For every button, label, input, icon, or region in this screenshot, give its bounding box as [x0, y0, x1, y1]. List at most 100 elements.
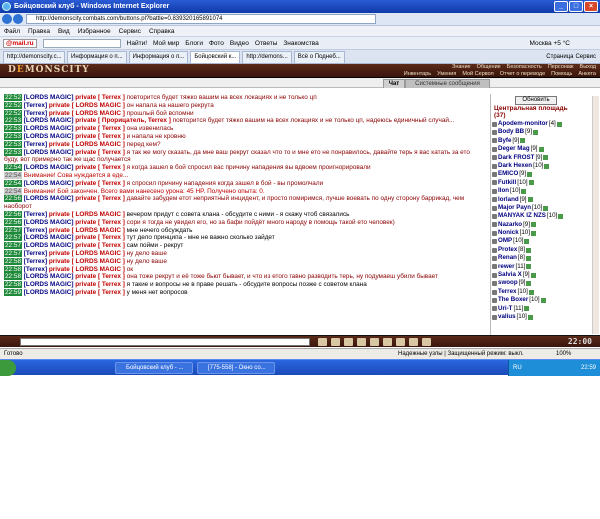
menu-file[interactable]: Файл [4, 26, 20, 36]
refresh-button[interactable]: Обновить [515, 96, 557, 105]
menu-help[interactable]: Справка [149, 26, 175, 36]
user-name[interactable]: Salvia X [498, 271, 522, 279]
chat-sender[interactable]: [Terrex] [24, 141, 47, 148]
toolbar-item-blogs[interactable]: Блоги [185, 40, 203, 47]
info-icon[interactable] [524, 239, 530, 245]
chat-private-target[interactable]: private [ Terrex ] [75, 234, 125, 241]
chat-private-target[interactable]: private [ Terrex ] [75, 195, 125, 202]
nav-skills[interactable]: Умения [437, 71, 456, 78]
chat-sender[interactable]: [Terrex] [24, 250, 47, 257]
chat-sender[interactable]: [LORDS MAGIC] [24, 117, 74, 124]
chat-private-target[interactable]: private [ LORDS MAGIC ] [49, 102, 125, 109]
user-name[interactable]: OMP [498, 237, 512, 245]
info-icon[interactable] [521, 188, 527, 194]
nav-profile[interactable]: Анкета [578, 71, 596, 78]
toolbar-item-dating[interactable]: Знакомства [283, 40, 318, 47]
chat-private-target[interactable]: private [ LORDS MAGIC ] [49, 110, 125, 117]
user-name[interactable]: Dark FROST [498, 154, 534, 162]
chat-timestamp[interactable]: 22:52 [4, 109, 22, 117]
menu-edit[interactable]: Правка [28, 26, 50, 36]
info-icon[interactable] [528, 289, 534, 295]
user-name[interactable]: Apodem-monitor [498, 120, 548, 128]
chat-sender[interactable]: [LORDS MAGIC] [24, 180, 74, 187]
info-icon[interactable] [525, 255, 531, 261]
user-name[interactable]: Futkill [498, 179, 516, 187]
nav-character[interactable]: Персонаж [548, 64, 574, 71]
close-button[interactable]: × [584, 1, 598, 12]
tab-1[interactable]: http://demonscity.c... [3, 51, 65, 63]
chat-timestamp[interactable]: 22:57 [4, 226, 22, 234]
chat-sender[interactable]: [Terrex] [24, 266, 47, 273]
user-name[interactable]: Body BB [498, 128, 524, 136]
chat-sender[interactable]: [LORDS MAGIC] [24, 289, 74, 296]
toolbar-item-myworld[interactable]: Мой мир [153, 40, 179, 47]
page-menu[interactable]: Страница [546, 51, 573, 63]
chat-timestamp[interactable]: 22:54 [4, 187, 22, 195]
tab-6[interactable]: Всё о Поднеб... [293, 51, 345, 63]
info-icon[interactable] [543, 155, 549, 161]
tab-system-messages[interactable]: Системные сообщения [405, 79, 490, 88]
user-row[interactable]: Futkill [10] [492, 179, 598, 187]
user-row[interactable]: Uri-T [11] [492, 305, 598, 313]
chat-private-target[interactable]: private [ Terrex ] [75, 133, 125, 140]
user-name[interactable]: swoop [498, 279, 518, 287]
exit-chat-icon[interactable] [422, 338, 431, 346]
user-row[interactable]: Nonick [10] [492, 229, 598, 237]
chat-timestamp[interactable]: 22:53 [4, 140, 22, 148]
chat-sender[interactable]: [LORDS MAGIC] [24, 94, 74, 101]
tab-2[interactable]: Информация о п... [67, 51, 127, 63]
info-icon[interactable] [526, 247, 532, 253]
info-icon[interactable] [526, 281, 532, 287]
chat-timestamp[interactable]: 22:57 [4, 234, 22, 242]
nav-transfer-report[interactable]: Отчет о переводе [500, 71, 545, 78]
info-icon[interactable] [540, 297, 546, 303]
chat-timestamp[interactable]: 22:57 [4, 249, 22, 257]
user-row[interactable]: Terrex [10] [492, 288, 598, 296]
tab-chat[interactable]: Чат [383, 79, 405, 88]
info-icon[interactable] [530, 222, 536, 228]
user-name[interactable]: rewer [498, 263, 515, 271]
menu-favorites[interactable]: Избранное [78, 26, 111, 36]
chat-timestamp[interactable]: 22:53 [4, 125, 22, 133]
info-icon[interactable] [527, 172, 533, 178]
user-row[interactable]: OMP [10] [492, 237, 598, 245]
chat-timestamp[interactable]: 22:56 [4, 218, 22, 226]
info-icon[interactable] [524, 306, 530, 312]
chat-sender[interactable]: [LORDS MAGIC] [24, 195, 74, 202]
service-menu[interactable]: Сервис [575, 51, 596, 63]
user-row[interactable]: The Boxer [10] [492, 296, 598, 304]
nav-inventory[interactable]: Инвентарь [404, 71, 431, 78]
tab-5[interactable]: http://demons... [242, 51, 292, 63]
info-icon[interactable] [544, 163, 550, 169]
forward-button[interactable] [13, 14, 23, 24]
tab-3[interactable]: Информация о п... [128, 51, 189, 63]
user-row[interactable]: Apodem-monitor [4] [492, 120, 598, 128]
settings-icon[interactable] [383, 338, 392, 346]
toolbar-search-input[interactable] [42, 38, 121, 48]
user-name[interactable]: Renan [498, 254, 517, 262]
user-row[interactable]: Protex [8] [492, 246, 598, 254]
nav-myservol[interactable]: Мой Сервол [462, 71, 493, 78]
start-button[interactable] [0, 360, 16, 376]
chat-sender[interactable]: [LORDS MAGIC] [24, 125, 74, 132]
user-name[interactable]: Iorland [498, 196, 519, 204]
weather-widget[interactable]: Москва +5 °C [529, 40, 570, 47]
info-icon[interactable] [530, 272, 536, 278]
chat-private-target[interactable]: private [ LORDS MAGIC ] [49, 141, 125, 148]
user-name[interactable]: The Boxer [498, 296, 528, 304]
info-icon[interactable] [527, 314, 533, 320]
scroll-icon[interactable] [396, 338, 405, 346]
user-name[interactable]: Uri-T [498, 305, 512, 313]
chat-private-target[interactable]: private [ Terrex ] [75, 125, 125, 132]
toolbar-search-button[interactable]: Найти! [127, 40, 147, 47]
chat-private-target[interactable]: private [ Terrex ] [75, 149, 125, 156]
chat-sender[interactable]: [Terrex] [24, 227, 47, 234]
info-icon[interactable] [558, 213, 564, 219]
user-name[interactable]: Dark Hexen [498, 162, 532, 170]
nav-knowledge[interactable]: Знание [452, 64, 471, 71]
user-name[interactable]: Major Payn [498, 204, 531, 212]
chat-timestamp[interactable]: 22:52 [4, 101, 22, 109]
toolbar-item-video[interactable]: Видео [230, 40, 249, 47]
info-icon[interactable] [526, 264, 532, 270]
chat-timestamp[interactable]: 22:54 [4, 179, 22, 187]
